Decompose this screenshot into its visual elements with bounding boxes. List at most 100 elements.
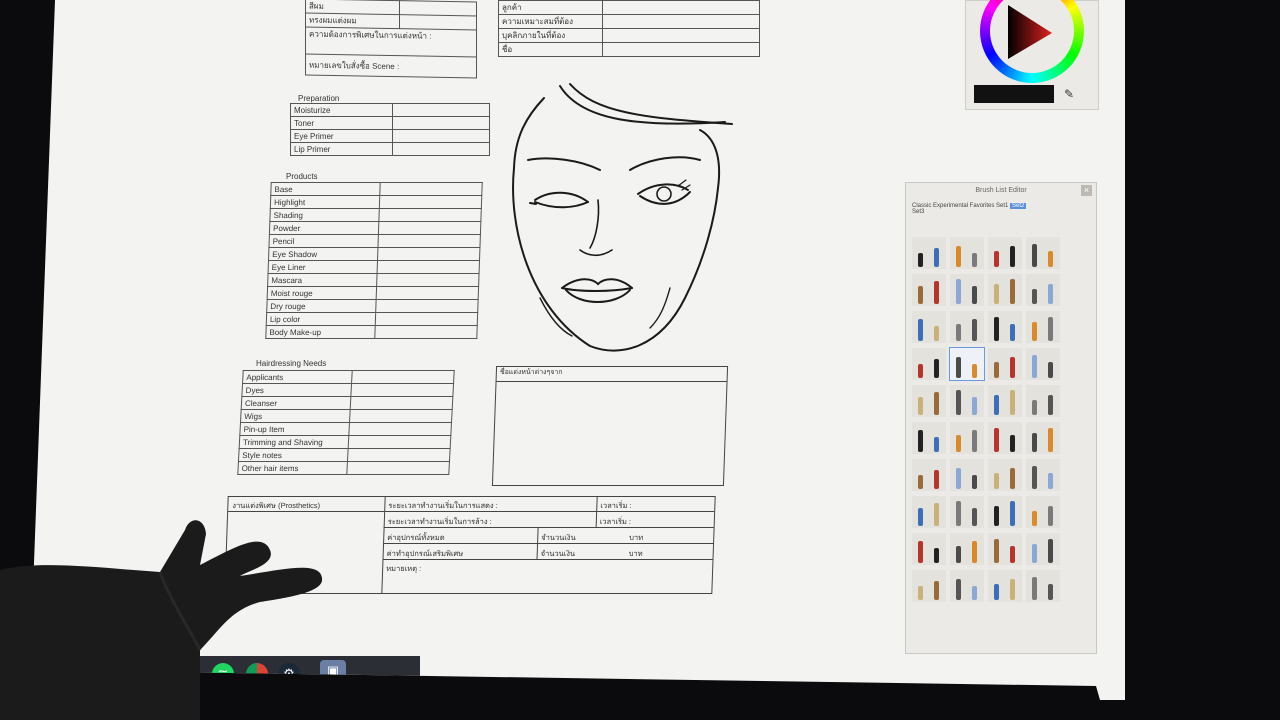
brush-stroke-icon [956, 246, 961, 267]
brush-stroke-icon [994, 473, 999, 489]
brush-panel-title: Brush List Editor [975, 187, 1027, 194]
brush-stroke-icon [934, 437, 939, 452]
table-row: Lip Primer [290, 142, 393, 156]
eyedropper-icon[interactable]: ✎ [1064, 87, 1074, 101]
brush-item[interactable] [988, 533, 1022, 565]
table-row: Applicants [242, 370, 353, 384]
brush-stroke-icon [1048, 395, 1053, 415]
brush-item[interactable] [950, 274, 984, 306]
brush-item[interactable] [1026, 459, 1060, 491]
brush-stroke-icon [994, 506, 999, 526]
table-row: Eye Liner [268, 260, 378, 274]
hairdressing-title: Hairdressing Needs [256, 359, 327, 368]
brush-stroke-icon [1048, 584, 1053, 600]
brush-stroke-icon [1010, 357, 1015, 378]
brush-item[interactable] [912, 237, 946, 269]
brush-tab-tail[interactable]: Set3 [912, 209, 924, 215]
brush-stroke-icon [1032, 244, 1037, 267]
close-icon[interactable]: × [1081, 185, 1092, 196]
brush-item[interactable] [988, 348, 1022, 380]
brush-item[interactable] [1026, 496, 1060, 528]
brush-item[interactable] [1026, 348, 1060, 380]
brush-stroke-icon [972, 508, 977, 526]
brush-stroke-icon [934, 392, 939, 415]
user-hand [0, 520, 323, 720]
brush-item[interactable] [912, 311, 946, 343]
active-color-swatch[interactable] [974, 85, 1054, 103]
table-row: ลูกค้า [498, 0, 603, 15]
brush-stroke-icon [1048, 506, 1053, 526]
brush-item[interactable] [1026, 311, 1060, 343]
brush-item[interactable] [988, 385, 1022, 417]
table-row: Shading [269, 208, 380, 222]
brush-stroke-icon [934, 281, 939, 304]
brush-stroke-icon [994, 317, 999, 341]
brush-tab-list[interactable]: Classic Experimental Favorites Set1 [912, 203, 1008, 209]
brush-item[interactable] [912, 422, 946, 454]
brush-stroke-icon [972, 430, 977, 452]
table-row: Mascara [267, 273, 378, 287]
brush-item[interactable] [988, 570, 1022, 602]
brush-stroke-icon [956, 501, 961, 526]
brush-stroke-icon [1032, 544, 1037, 563]
brush-item[interactable] [950, 459, 984, 491]
brush-item[interactable] [912, 385, 946, 417]
table-row: Body Make-up [265, 325, 376, 339]
brush-item[interactable] [950, 237, 984, 269]
top-left-table: สีผม ทรงผมแต่งผม ความต้องการพิเศษในการแต… [305, 0, 477, 79]
brush-stroke-icon [956, 357, 961, 378]
brush-item[interactable] [912, 570, 946, 602]
brush-stroke-icon [934, 248, 939, 267]
brush-item[interactable] [950, 385, 984, 417]
table-row: Eye Primer [290, 129, 393, 143]
brush-stroke-icon [934, 326, 939, 341]
brush-item[interactable] [950, 311, 984, 343]
brush-stroke-icon [1010, 579, 1015, 600]
brush-item[interactable] [988, 274, 1022, 306]
brush-stroke-icon [972, 541, 977, 563]
brush-tabs[interactable]: Classic Experimental Favorites Set1 Set2… [906, 199, 1096, 227]
brush-item[interactable] [950, 533, 984, 565]
products-table: Base Highlight Shading Powder Pencil Eye… [265, 182, 483, 339]
brush-item[interactable] [950, 422, 984, 454]
notes-box: ชื่อแต่งหน้าต่างๆจาก [491, 366, 729, 486]
brush-item[interactable] [988, 311, 1022, 343]
brush-item[interactable] [950, 570, 984, 602]
brush-item[interactable] [1026, 385, 1060, 417]
brush-stroke-icon [918, 586, 923, 600]
brush-stroke-icon [1048, 428, 1053, 452]
brush-stroke-icon [972, 319, 977, 341]
color-wheel-panel[interactable]: ✎ [965, 0, 1099, 110]
table-row: Wigs [240, 409, 351, 423]
brush-stroke-icon [1010, 435, 1015, 452]
brush-item[interactable] [988, 496, 1022, 528]
brush-item[interactable] [1026, 274, 1060, 306]
brush-item[interactable] [912, 348, 946, 380]
brush-stroke-icon [994, 584, 999, 600]
brush-item[interactable] [988, 422, 1022, 454]
brush-stroke-icon [1010, 546, 1015, 563]
brush-item[interactable] [1026, 422, 1060, 454]
brush-stroke-icon [1032, 322, 1037, 341]
brush-item[interactable] [988, 237, 1022, 269]
brush-stroke-icon [972, 475, 977, 489]
brush-item[interactable] [912, 459, 946, 491]
brush-item[interactable] [988, 459, 1022, 491]
brush-item[interactable] [950, 496, 984, 528]
table-row: Trimming and Shaving [239, 435, 349, 449]
brush-stroke-icon [972, 253, 977, 267]
brush-item[interactable] [912, 533, 946, 565]
brush-stroke-icon [972, 586, 977, 600]
brush-item[interactable] [1026, 533, 1060, 565]
brush-stroke-icon [1048, 539, 1053, 563]
brush-stroke-icon [1010, 279, 1015, 304]
brush-item[interactable] [912, 274, 946, 306]
brush-stroke-icon [918, 508, 923, 526]
brush-item[interactable] [949, 347, 985, 381]
brush-item[interactable] [912, 496, 946, 528]
brush-item[interactable] [1026, 237, 1060, 269]
brush-item[interactable] [1026, 570, 1060, 602]
brush-tab-active[interactable]: Set2 [1010, 203, 1027, 209]
color-triangle[interactable] [1004, 3, 1054, 61]
table-row: ชื่อ [498, 42, 603, 57]
